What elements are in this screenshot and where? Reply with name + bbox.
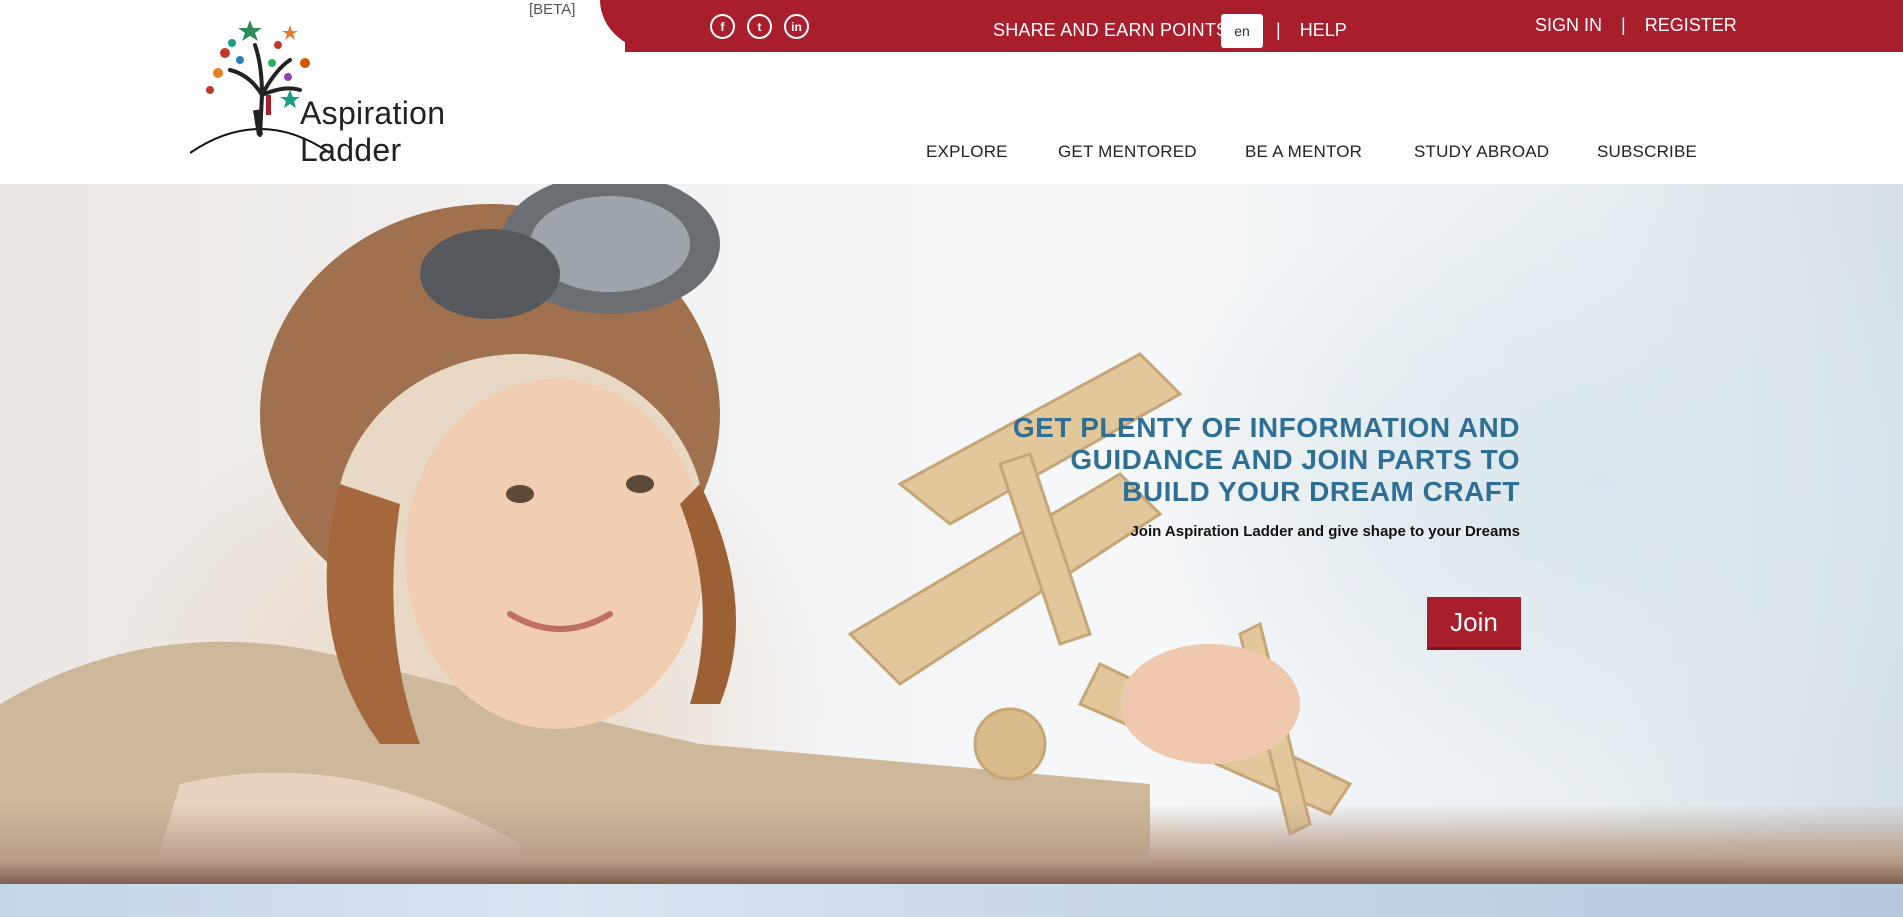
site-logo[interactable]: Aspiration Ladder: [189, 15, 550, 168]
hero-headline: GET PLENTY OF INFORMATION AND GUIDANCE A…: [940, 412, 1520, 508]
nav-subscribe[interactable]: SUBSCRIBE: [1597, 142, 1697, 162]
hero-headline-line-2: GUIDANCE AND JOIN PARTS TO: [1070, 444, 1520, 475]
hero-subheadline: Join Aspiration Ladder and give shape to…: [1130, 523, 1520, 540]
nav-get-mentored[interactable]: GET MENTORED: [1058, 142, 1197, 162]
help-group: | HELP: [1276, 20, 1347, 41]
join-button[interactable]: Join: [1427, 597, 1521, 650]
hero-floor: [0, 804, 1903, 884]
next-section-strip: [0, 884, 1903, 917]
hero-headline-line-3: BUILD YOUR DREAM CRAFT: [1122, 476, 1520, 507]
share-and-earn-link[interactable]: SHARE AND EARN POINTS: [993, 20, 1228, 41]
language-select[interactable]: en: [1221, 14, 1263, 48]
nav-explore[interactable]: EXPLORE: [926, 142, 1008, 162]
twitter-icon[interactable]: t: [747, 14, 772, 39]
sign-in-link[interactable]: SIGN IN: [1535, 15, 1602, 35]
help-separator: |: [1276, 20, 1281, 40]
nav-study-abroad[interactable]: STUDY ABROAD: [1414, 142, 1549, 162]
register-link[interactable]: REGISTER: [1645, 15, 1737, 35]
nav-be-a-mentor[interactable]: BE A MENTOR: [1245, 142, 1362, 162]
brand-name: Aspiration Ladder: [300, 95, 446, 168]
social-links: f t in: [710, 14, 809, 39]
auth-links: SIGN IN | REGISTER: [1535, 15, 1737, 36]
auth-separator: |: [1621, 15, 1626, 35]
linkedin-icon[interactable]: in: [784, 14, 809, 39]
hero-headline-line-1: GET PLENTY OF INFORMATION AND: [1012, 412, 1520, 443]
facebook-icon[interactable]: f: [710, 14, 735, 39]
help-link[interactable]: HELP: [1300, 20, 1347, 40]
